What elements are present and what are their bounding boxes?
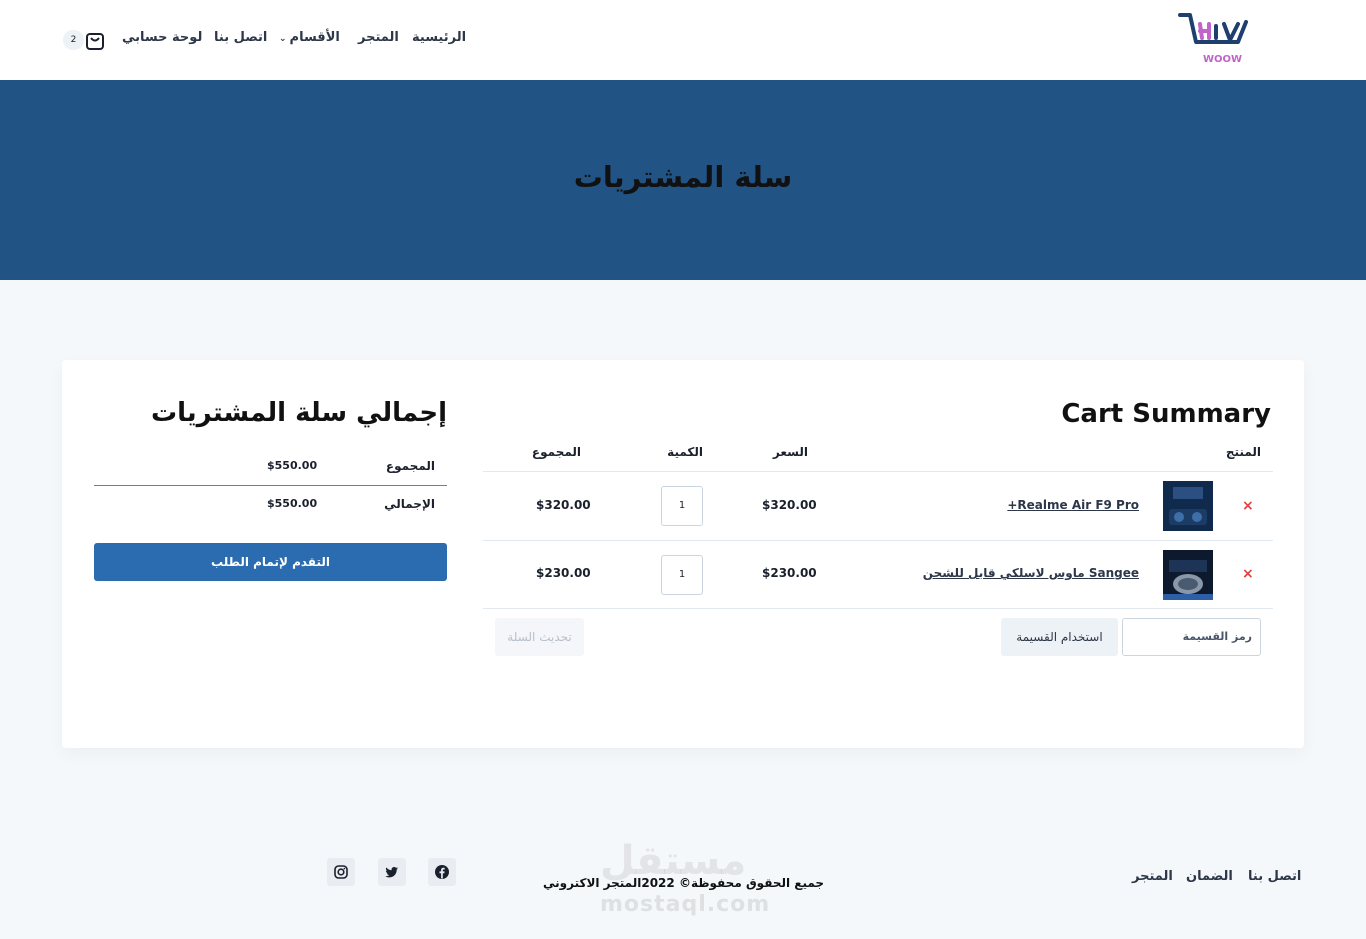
watermark-url: mostaql.com [600,892,771,917]
column-header-product: المنتج [1225,445,1261,459]
cart-count-badge: 2 [63,30,84,50]
nav-categories[interactable]: الأقسام⌄ [279,30,340,45]
site-header: WOOW الرئيسية المتجر الأقسام⌄ اتصل بنا ل… [0,0,1366,80]
product-name-link[interactable]: Sangee ماوس لاسلكي قابل للشحن [923,566,1139,580]
proceed-to-checkout-button[interactable]: التقدم لإتمام الطلب [94,543,447,581]
apply-coupon-button[interactable]: استخدام القسيمة [1001,618,1118,656]
cart-totals-title: إجمالي سلة المشتريات [151,398,447,428]
remove-item-button[interactable]: × [1242,498,1254,514]
column-header-price: السعر [772,445,808,459]
footer-link-contact[interactable]: اتصل بنا [1248,869,1301,884]
subtotal-label: المجموع [385,459,435,473]
product-thumbnail[interactable] [1163,550,1213,600]
nav-account[interactable]: لوحة حسابي [122,30,202,45]
product-price: $320.00 [762,498,817,512]
nav-contact[interactable]: اتصل بنا [214,30,267,45]
product-thumbnail[interactable] [1163,481,1213,531]
nav-categories-label: الأقسام [289,30,340,45]
page-title: سلة المشتريات [573,160,793,194]
quantity-input[interactable]: 1 [661,555,703,595]
facebook-icon[interactable] [428,858,456,886]
divider [483,471,1273,472]
product-price: $230.00 [762,566,817,580]
logo-text: WOOW [1203,54,1242,65]
twitter-icon[interactable] [378,858,406,886]
quantity-input[interactable]: 1 [661,486,703,526]
instagram-icon[interactable] [327,858,355,886]
coupon-code-input[interactable]: رمز القسيمة [1122,618,1261,656]
divider [483,608,1273,609]
nav-store[interactable]: المتجر [358,30,399,45]
footer-link-warranty[interactable]: الضمان [1186,869,1233,884]
column-header-quantity: الكمية [667,445,703,459]
product-total: $230.00 [536,566,591,580]
product-total: $320.00 [536,498,591,512]
product-name-link[interactable]: Realme Air F9 Pro+ [1007,498,1139,512]
divider [94,485,447,486]
total-value: $550.00 [267,497,318,510]
remove-item-button[interactable]: × [1242,566,1254,582]
cart-summary-title: Cart Summary [1061,399,1271,429]
total-label: الإجمالي [384,497,435,511]
footer-link-store[interactable]: المتجر [1132,869,1173,884]
subtotal-value: $550.00 [267,459,318,472]
chevron-down-icon: ⌄ [279,34,287,44]
update-cart-button[interactable]: تحديث السلة [495,618,584,656]
column-header-total: المجموع [531,445,581,459]
divider [483,540,1273,541]
copyright-text: جميع الحقوق محفوظة© 2022المتجر الاكتروني [543,876,825,890]
cart-icon[interactable] [84,29,106,51]
nav-home[interactable]: الرئيسية [412,30,466,45]
site-logo[interactable]: WOOW [1176,10,1254,70]
